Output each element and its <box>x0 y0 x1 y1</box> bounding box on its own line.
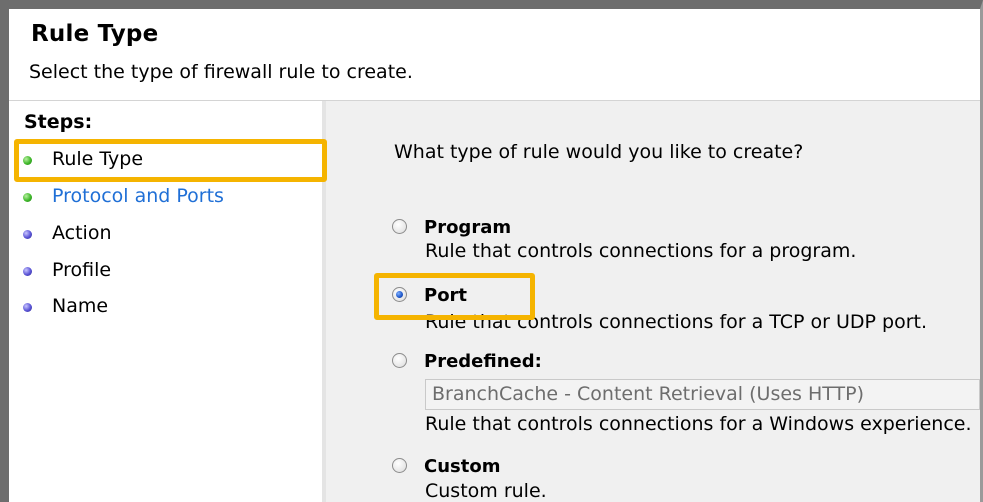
program-option-label[interactable]: Program <box>424 217 511 238</box>
program-option-description: Rule that controls connections for a pro… <box>425 240 857 262</box>
predefined-radio[interactable] <box>392 353 407 368</box>
step-label: Name <box>52 295 109 317</box>
wizard-header: Rule Type Select the type of firewall ru… <box>9 9 980 101</box>
step-status-dot-icon <box>23 193 32 202</box>
predefined-option-description: Rule that controls connections for a Win… <box>425 413 972 435</box>
step-status-dot-icon <box>23 267 32 276</box>
custom-radio[interactable] <box>392 458 407 473</box>
rule-type-step-highlight <box>14 139 327 182</box>
step-status-dot-icon <box>23 303 32 312</box>
predefined-rule-select[interactable]: BranchCache - Content Retrieval (Uses HT… <box>425 379 980 410</box>
port-option-highlight <box>374 273 535 320</box>
step-label[interactable]: Protocol and Ports <box>52 182 224 210</box>
program-radio[interactable] <box>392 219 407 234</box>
page-title: Rule Type <box>31 21 159 47</box>
step-status-dot-icon <box>23 230 32 239</box>
steps-title: Steps: <box>24 111 93 133</box>
step-label: Profile <box>52 259 112 281</box>
custom-option-description: Custom rule. <box>425 480 547 502</box>
question-text: What type of rule would you like to crea… <box>394 141 804 163</box>
step-label: Action <box>52 222 112 244</box>
custom-option-label[interactable]: Custom <box>424 456 500 477</box>
page-subtitle: Select the type of firewall rule to crea… <box>29 61 413 83</box>
predefined-option-label[interactable]: Predefined: <box>424 351 542 372</box>
